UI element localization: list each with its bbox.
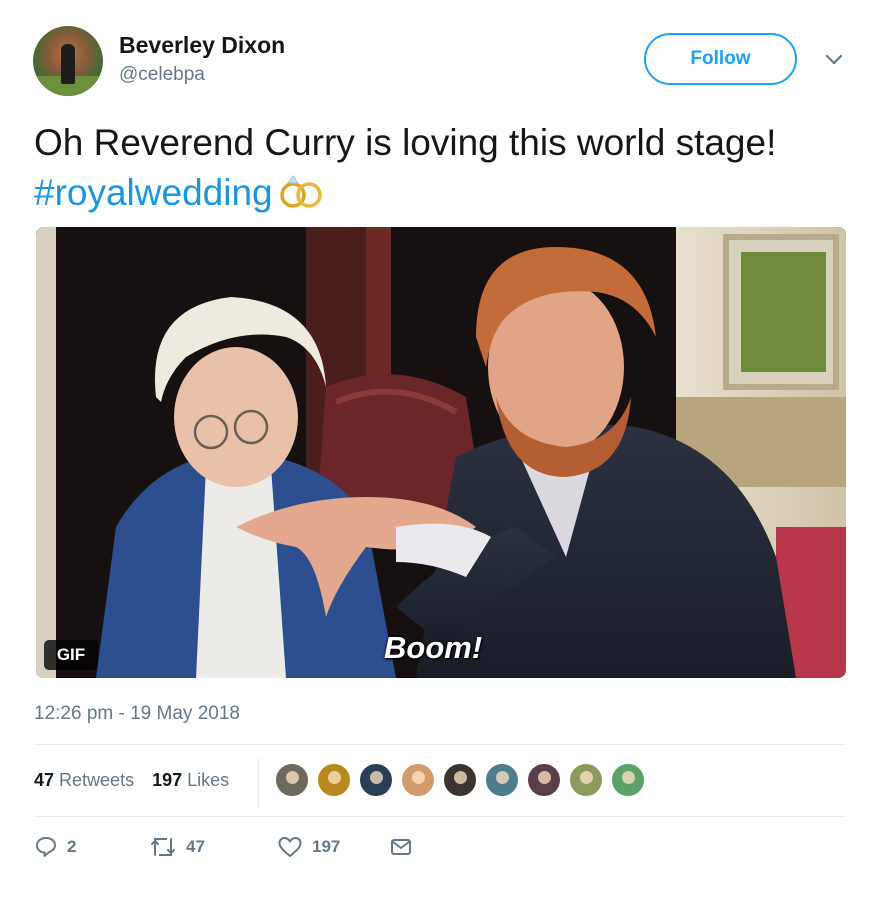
- reply-action[interactable]: 2: [34, 835, 139, 859]
- liker-avatar[interactable]: [316, 762, 352, 798]
- liker-avatar[interactable]: [610, 762, 646, 798]
- retweets-label: Retweets: [59, 769, 135, 790]
- divider-bottom: [34, 816, 846, 817]
- like-action[interactable]: 197: [277, 835, 389, 859]
- author-avatar[interactable]: [33, 26, 103, 96]
- liker-avatar[interactable]: [358, 762, 394, 798]
- hashtag-link[interactable]: #royalwedding: [34, 172, 273, 213]
- reply-icon: [36, 837, 56, 857]
- engagement-stats: 47 Retweets 197 Likes: [34, 767, 247, 793]
- tweet-body: Oh Reverend Curry is loving this world s…: [34, 122, 777, 163]
- follow-button[interactable]: Follow: [644, 33, 797, 85]
- retweet-action[interactable]: 47: [149, 835, 277, 859]
- gif-frame: [36, 227, 846, 678]
- retweets-count: 47: [34, 769, 55, 790]
- liker-avatar[interactable]: [442, 762, 478, 798]
- avatar-figure: [61, 44, 75, 84]
- liker-avatar[interactable]: [274, 762, 310, 798]
- tweet-hashtag-line: #royalwedding: [34, 168, 854, 218]
- likes-label: Likes: [187, 769, 230, 790]
- tweet-timestamp[interactable]: 12:26 pm - 19 May 2018: [34, 703, 240, 725]
- tweet-media-gif[interactable]: [36, 227, 846, 678]
- chevron-down-icon[interactable]: [822, 50, 846, 70]
- liker-avatar[interactable]: [400, 762, 436, 798]
- liker-avatar[interactable]: [526, 762, 562, 798]
- liker-avatar[interactable]: [484, 762, 520, 798]
- retweet-count: 47: [186, 837, 205, 856]
- tweet-text: Oh Reverend Curry is loving this world s…: [34, 118, 854, 218]
- retweet-icon: [151, 838, 175, 856]
- envelope-icon: [391, 839, 411, 855]
- liker-avatars: [274, 762, 652, 798]
- like-count: 197: [312, 837, 341, 856]
- tweet-card: Beverley Dixon @celebpa Follow Oh Revere…: [0, 0, 890, 898]
- author-handle[interactable]: @celebpa: [119, 64, 205, 86]
- direct-message-action[interactable]: [389, 835, 422, 859]
- likes-stat[interactable]: 197 Likes: [152, 770, 229, 791]
- retweets-stat[interactable]: 47 Retweets: [34, 770, 134, 791]
- gif-caption: Boom!: [384, 630, 483, 665]
- heart-icon: [278, 837, 302, 857]
- likes-count: 197: [152, 769, 183, 790]
- liker-avatar[interactable]: [568, 762, 604, 798]
- stats-separator: [258, 758, 259, 808]
- rings-icon: [279, 175, 322, 208]
- gif-badge: GIF: [44, 640, 98, 670]
- divider-top: [34, 744, 846, 745]
- tweet-actions: 2 47 197: [34, 832, 422, 862]
- author-name[interactable]: Beverley Dixon: [119, 32, 285, 59]
- reply-count: 2: [67, 837, 77, 856]
